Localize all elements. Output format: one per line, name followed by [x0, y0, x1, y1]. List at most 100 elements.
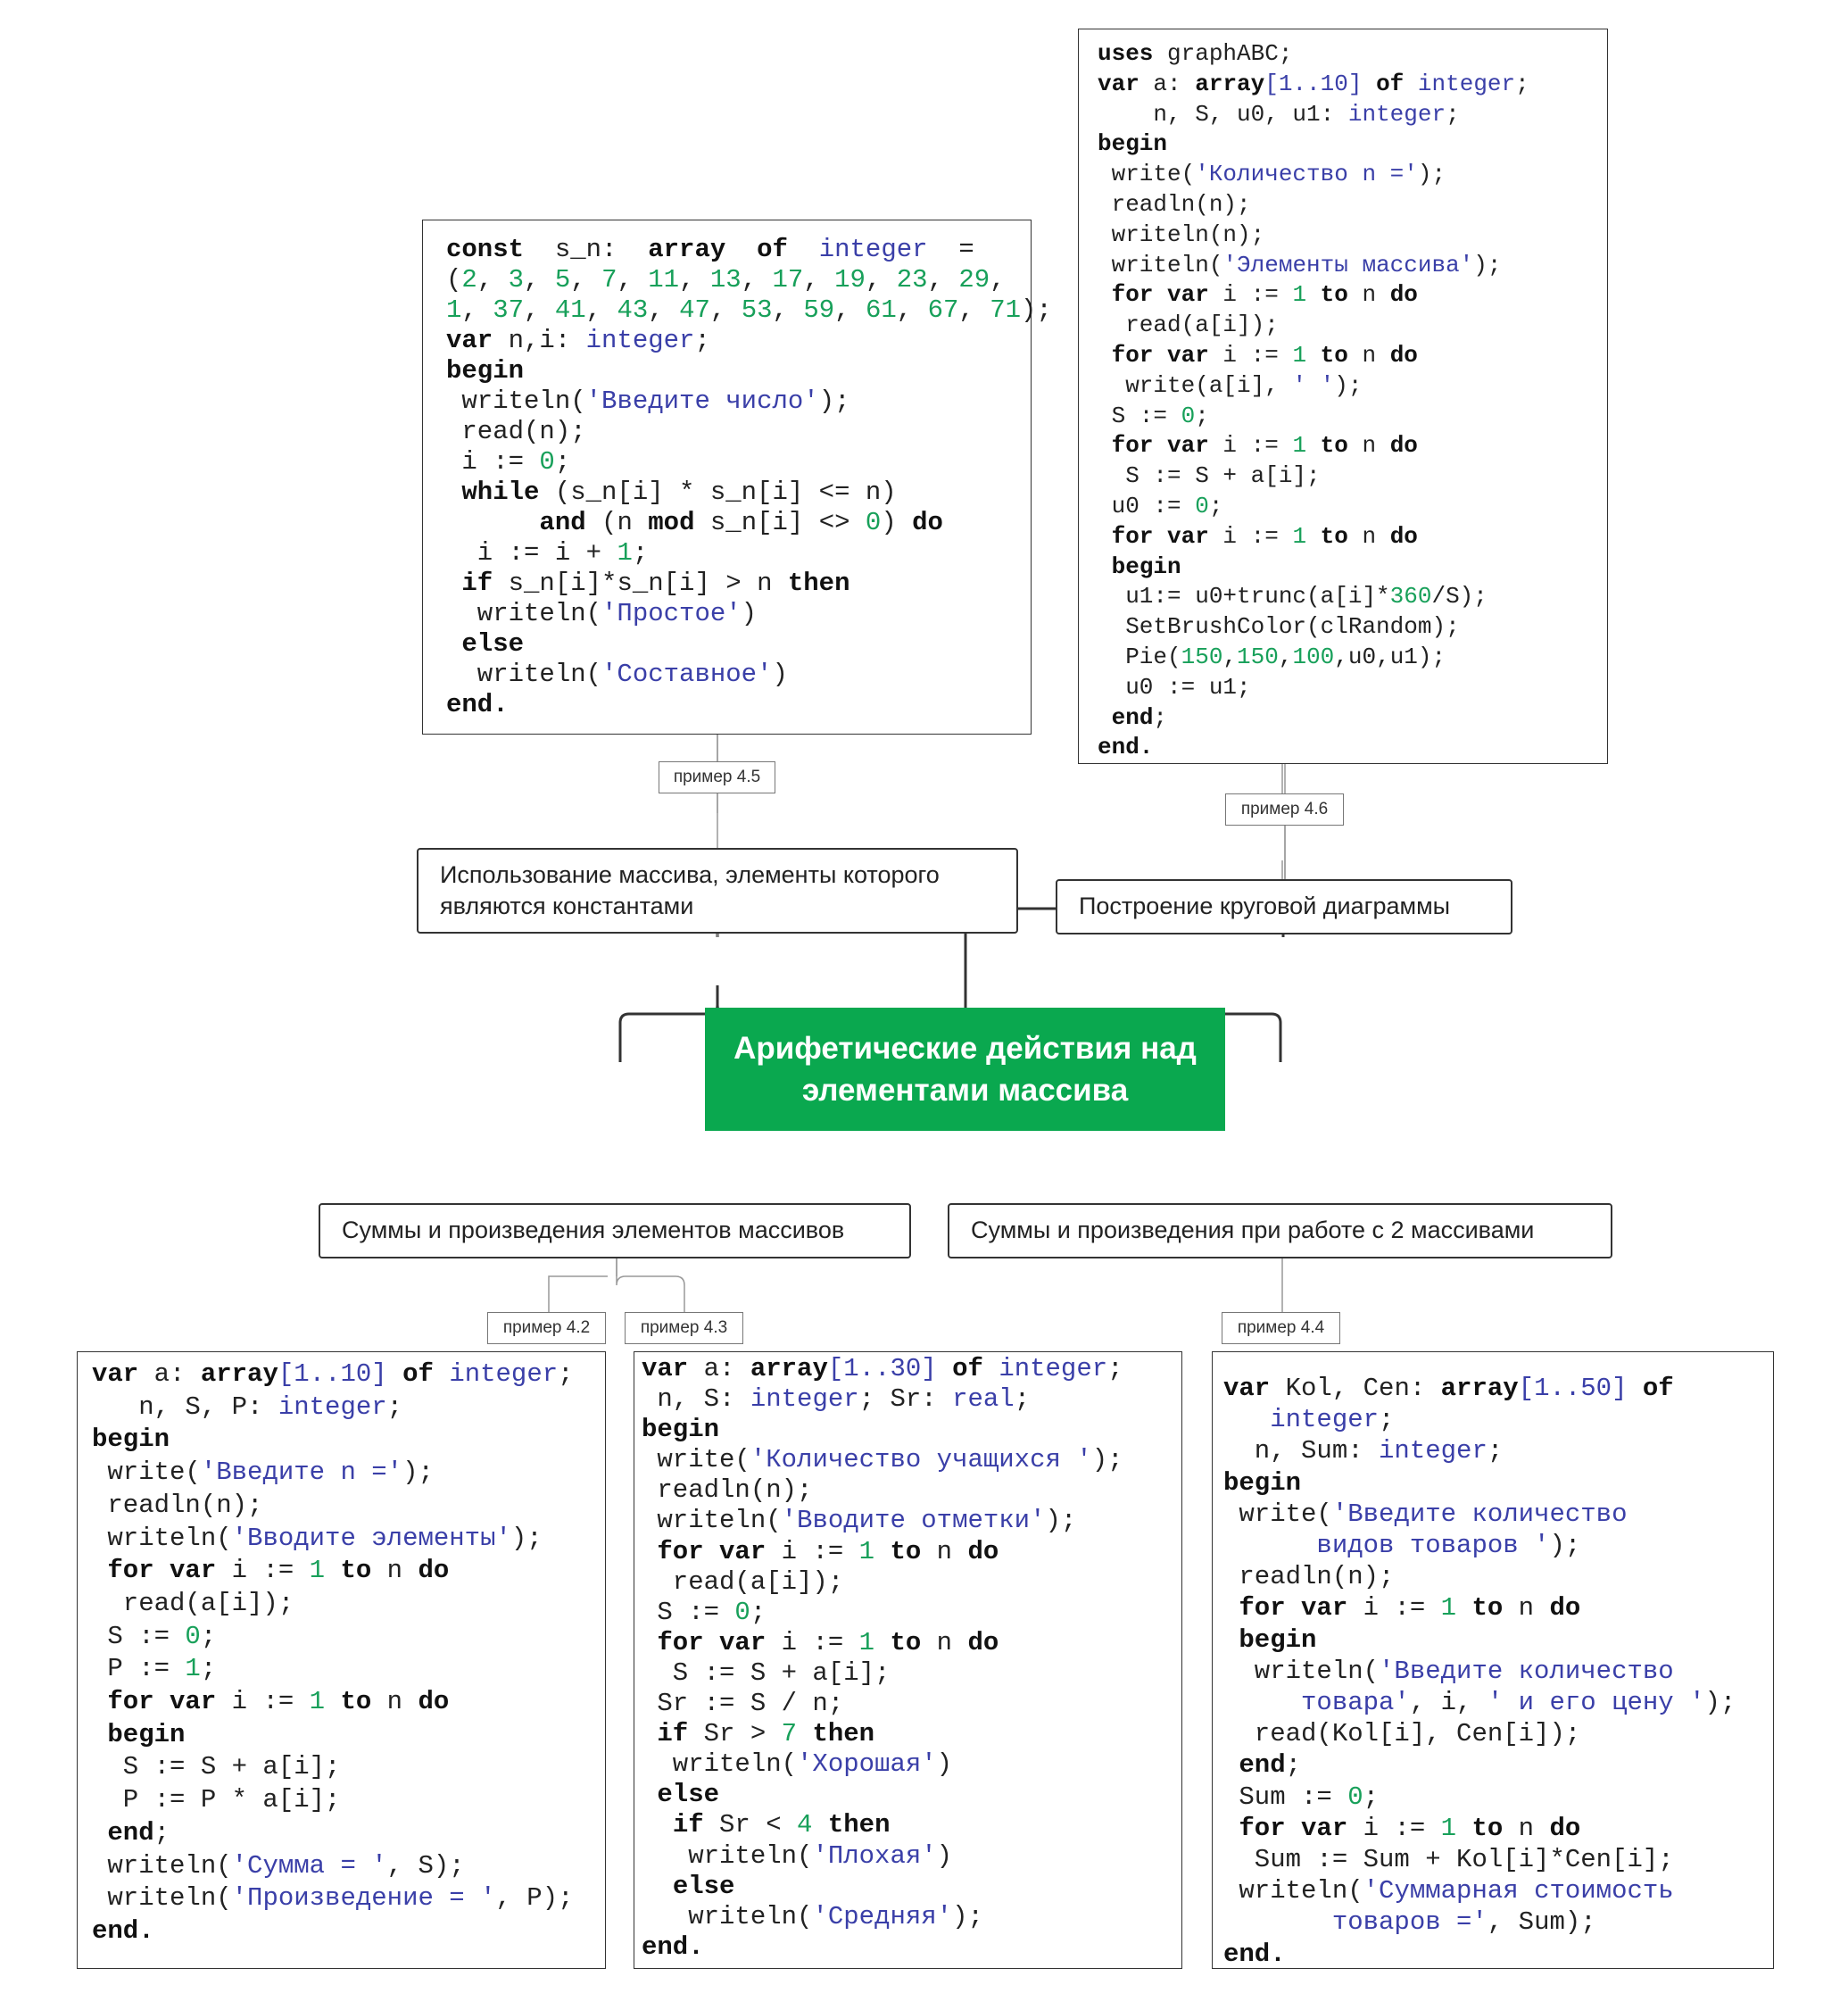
- code-token: writeln(: [642, 1901, 813, 1931]
- code-token: =: [927, 235, 974, 264]
- code-token: integer: [1417, 70, 1516, 97]
- topic-pie-chart: Построение круговой диаграммы: [1056, 879, 1512, 934]
- code-token: Kol, Cen:: [1270, 1374, 1441, 1403]
- code-token: );: [952, 1901, 983, 1931]
- code-token: 13: [709, 265, 742, 295]
- code-token: );: [1417, 161, 1446, 188]
- code-line: n, Sum: integer;: [1223, 1436, 1503, 1466]
- code-token: then: [827, 1810, 891, 1840]
- code-token: 'Количество учащихся ': [750, 1445, 1092, 1475]
- code-line: while (s_n[i] * s_n[i] <= n): [446, 478, 896, 507]
- code-token: 'Суммарная стоимость: [1363, 1876, 1674, 1906]
- code-token: integer: [1270, 1405, 1380, 1435]
- code-token: for var: [1111, 432, 1209, 460]
- code-token: 11: [648, 265, 680, 295]
- code-token: ,: [524, 295, 555, 325]
- code-token: видов товаров ': [1223, 1531, 1550, 1561]
- code-token: begin: [642, 1415, 720, 1445]
- code-token: begin: [1223, 1467, 1302, 1498]
- code-token: ,: [585, 295, 617, 325]
- code-token: i := i +: [446, 538, 617, 568]
- code-token: integer: [278, 1391, 387, 1422]
- code-line: P := 1;: [92, 1654, 216, 1683]
- code-token: 7: [601, 265, 617, 295]
- code-token: 'Составное': [601, 660, 773, 689]
- code-token: readln(n);: [642, 1475, 813, 1506]
- code-token: do: [418, 1556, 450, 1586]
- example-tag-4-3: пример 4.3: [625, 1312, 743, 1344]
- code-line: for var i := 1 to n do: [1098, 432, 1418, 459]
- code-token: n: [1347, 341, 1390, 369]
- code-token: S := S + a[i];: [1098, 462, 1321, 490]
- code-token: ,: [927, 265, 959, 295]
- code-token: s_n[i] <>: [694, 508, 866, 537]
- code-token: read(a[i]);: [92, 1588, 294, 1618]
- code-line: S := 0;: [92, 1622, 216, 1651]
- code-token: to: [1320, 522, 1348, 550]
- code-token: end.: [92, 1915, 154, 1946]
- code-token: 1: [617, 538, 633, 568]
- code-token: read(n);: [446, 417, 586, 446]
- code-token: var: [92, 1359, 139, 1389]
- code-token: for var: [107, 1556, 217, 1586]
- code-line: S := 0;: [1098, 403, 1209, 429]
- code-token: 41: [554, 295, 586, 325]
- code-text: const s_n: array of integer = (2, 3, 5, …: [446, 235, 1052, 720]
- code-line: n, S, u0, u1: integer;: [1098, 101, 1459, 128]
- code-token: readln(n);: [1223, 1562, 1395, 1592]
- code-token: 19: [834, 265, 866, 295]
- code-token: ,: [834, 295, 866, 325]
- code-token: do: [1389, 522, 1418, 550]
- code-line: end;: [1223, 1750, 1301, 1780]
- code-token: end: [107, 1817, 154, 1848]
- code-token: for var: [107, 1687, 217, 1717]
- code-token: write(: [642, 1445, 750, 1475]
- code-line: begin: [1098, 130, 1167, 157]
- code-token: );: [1045, 1506, 1077, 1536]
- code-example-4-5: const s_n: array of integer = (2, 3, 5, …: [422, 220, 1052, 735]
- code-token: of: [1642, 1374, 1674, 1403]
- code-line: write('Введите количество: [1223, 1499, 1627, 1529]
- code-token: mod: [648, 508, 695, 537]
- code-token: ;: [1379, 1405, 1395, 1435]
- code-token: else: [657, 1780, 720, 1810]
- code-line: begin: [1098, 553, 1181, 580]
- code-token: ,: [570, 265, 602, 295]
- code-token: Pie(: [1098, 643, 1181, 670]
- code-token: ;: [1285, 1750, 1302, 1781]
- code-token: );: [1334, 371, 1363, 399]
- code-token: var: [1223, 1374, 1271, 1403]
- code-token: 'Элементы массива': [1222, 251, 1474, 278]
- code-token: n, Sum:: [1223, 1436, 1380, 1466]
- code-token: and: [539, 508, 586, 537]
- code-line: i := 0;: [446, 447, 570, 477]
- code-token: then: [787, 569, 850, 598]
- code-token: ;: [1487, 1436, 1504, 1466]
- topic-label: Построение круговой диаграммы: [1079, 893, 1451, 920]
- code-token: 360: [1389, 583, 1432, 610]
- code-token: 1: [1292, 432, 1307, 460]
- code-token: a:: [688, 1354, 750, 1383]
- code-line: write('Введите n =');: [92, 1458, 434, 1487]
- code-line: end;: [1098, 704, 1167, 731]
- topic-sums-products: Суммы и произведения элементов массивов: [319, 1203, 911, 1258]
- code-token: , S);: [386, 1850, 465, 1881]
- code-line: begin: [1223, 1468, 1301, 1498]
- code-line: begin: [1223, 1625, 1316, 1655]
- code-token: );: [1549, 1531, 1581, 1561]
- code-line: Sum := Sum + Kol[i]*Cen[i];: [1223, 1845, 1674, 1874]
- code-token: i :=: [1208, 432, 1293, 460]
- code-token: S := S + a[i];: [642, 1657, 891, 1688]
- code-line: writeln(n);: [1098, 221, 1265, 248]
- code-token: of: [952, 1354, 983, 1383]
- code-token: 23: [896, 265, 928, 295]
